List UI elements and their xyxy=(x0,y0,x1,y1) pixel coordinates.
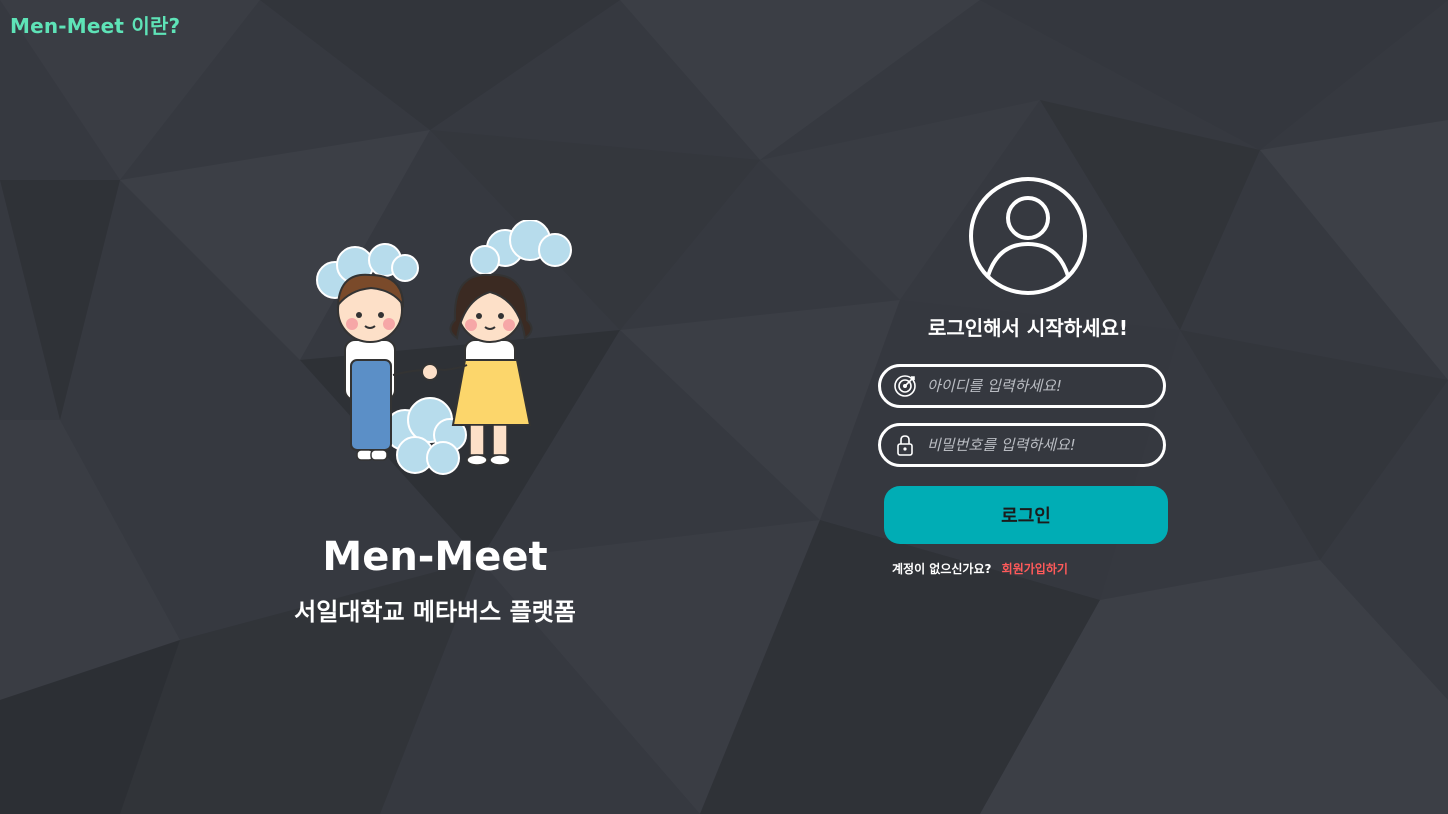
signup-row: 계정이 없으신가요? 회원가입하기 xyxy=(892,560,1068,577)
target-icon xyxy=(894,375,916,397)
id-field[interactable] xyxy=(878,364,1166,408)
signup-link[interactable]: 회원가입하기 xyxy=(1002,562,1068,576)
id-input[interactable] xyxy=(925,376,1163,396)
kids-handshake-illustration xyxy=(316,220,572,475)
lock-icon xyxy=(897,435,913,456)
brand-subtitle: 서일대학교 메타버스 플랫폼 xyxy=(294,598,576,626)
user-circle-icon xyxy=(969,177,1087,295)
brand-panel: Men-Meet 서일대학교 메타버스 플랫폼 xyxy=(230,220,640,640)
login-button[interactable]: 로그인 xyxy=(884,486,1168,544)
about-link[interactable]: Men-Meet 이란? xyxy=(10,10,180,39)
password-field[interactable] xyxy=(878,423,1166,467)
background-pattern xyxy=(0,0,1448,814)
signup-question: 계정이 없으신가요? xyxy=(892,562,992,576)
login-panel: 로그인해서 시작하세요! 로그인 계정이 없으신가요? 회원가입하기 xyxy=(876,176,1176,596)
login-heading: 로그인해서 시작하세요! xyxy=(927,316,1129,340)
brand-title: Men-Meet xyxy=(322,534,548,580)
password-input[interactable] xyxy=(925,435,1163,455)
